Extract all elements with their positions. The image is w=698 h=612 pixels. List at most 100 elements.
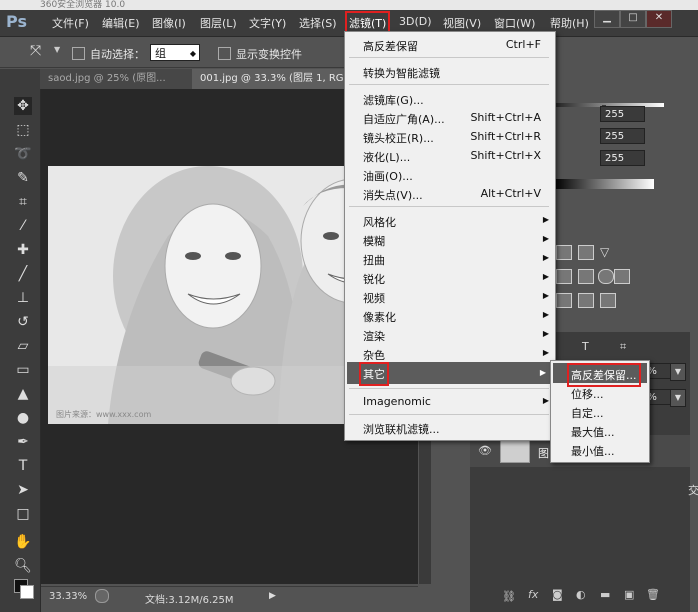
delete-layer-icon[interactable]: 🗑︎ — [646, 588, 660, 601]
blur-tool-icon[interactable]: ▲ — [14, 385, 32, 403]
menu-item-blur[interactable]: 模糊 — [363, 233, 385, 249]
posterize-icon[interactable] — [578, 293, 594, 308]
menu-filter[interactable]: 滤镜(T) — [344, 11, 391, 35]
threshold-icon[interactable] — [600, 293, 616, 308]
adjustment-layer-icon[interactable]: ◐ — [576, 588, 586, 601]
submenu-item-maximum[interactable]: 最大值... — [571, 424, 615, 440]
menu-item-render[interactable]: 渲染 — [363, 328, 385, 344]
eraser-tool-icon[interactable]: ▱ — [14, 337, 32, 355]
layer-filter-type-icon[interactable]: T — [582, 340, 589, 353]
restore-button[interactable]: □ — [620, 10, 646, 28]
curves-adjust-icon[interactable] — [578, 245, 594, 260]
move-tool-icon[interactable]: ✥ — [14, 97, 32, 115]
hand-tool-icon[interactable]: ✋ — [14, 533, 32, 551]
new-layer-icon[interactable]: ▣ — [624, 588, 634, 601]
gradient-map-icon[interactable]: ▽ — [600, 245, 614, 259]
status-info-icon[interactable] — [95, 589, 109, 603]
eyedropper-tool-icon[interactable]: ⁄ — [14, 217, 32, 235]
type-tool-icon[interactable]: T — [14, 457, 32, 475]
opacity-chevron-icon[interactable]: ▼ — [670, 363, 686, 381]
menu-item-imagenomic[interactable]: Imagenomic — [363, 395, 431, 408]
menu-item-pixelate[interactable]: 像素化 — [363, 309, 396, 325]
shape-tool-icon[interactable]: □ — [14, 505, 32, 523]
channel-mixer-icon[interactable] — [598, 269, 614, 284]
menu-file[interactable]: 文件(F) — [52, 15, 89, 31]
new-group-icon[interactable]: ▬ — [600, 588, 610, 601]
crop-tool-icon[interactable]: ⌗ — [14, 193, 32, 211]
other-submenu: 高反差保留... 位移... 自定... 最大值... 最小值... — [550, 360, 650, 463]
tool-preset-chevron-icon[interactable]: ▼ — [54, 45, 60, 54]
menu-item-oil-paint[interactable]: 油画(O)... — [363, 168, 413, 184]
menu-item-noise[interactable]: 杂色 — [363, 347, 385, 363]
stamp-tool-icon[interactable]: ⊥ — [14, 289, 32, 307]
move-tool-icon[interactable]: ⤧ — [30, 43, 41, 59]
path-select-tool-icon[interactable]: ➤ — [14, 481, 32, 499]
gradient-ramp — [554, 179, 654, 189]
hue-adjust-icon[interactable] — [556, 269, 572, 284]
menu-item-other-label: 其它 — [359, 362, 389, 386]
submenu-item-custom[interactable]: 自定... — [571, 405, 604, 421]
menu-item-distort[interactable]: 扭曲 — [363, 252, 385, 268]
background-color-swatch[interactable] — [20, 585, 34, 599]
menu-item-last-filter[interactable]: 高反差保留 — [363, 38, 418, 54]
link-layers-icon[interactable]: ⛓ — [502, 590, 516, 603]
submenu-item-minimum[interactable]: 最小值... — [571, 443, 615, 459]
menu-3d[interactable]: 3D(D) — [399, 15, 432, 28]
menu-item-video[interactable]: 视频 — [363, 290, 385, 306]
show-transform-checkbox[interactable] — [218, 47, 231, 60]
submenu-item-high-pass[interactable]: 高反差保留... — [553, 363, 647, 387]
pen-tool-icon[interactable]: ✒ — [14, 433, 32, 451]
fill-chevron-icon[interactable]: ▼ — [670, 389, 686, 407]
submenu-arrow-icon: ▶ — [542, 253, 549, 262]
lasso-tool-icon[interactable]: ➰ — [14, 145, 32, 163]
menu-edit[interactable]: 编辑(E) — [102, 15, 140, 31]
menu-item-stylize[interactable]: 风格化 — [363, 214, 396, 230]
layer-style-icon[interactable]: fx — [528, 588, 538, 601]
menu-type[interactable]: 文字(Y) — [249, 15, 286, 31]
zoom-tool-icon[interactable]: 🔍︎ — [14, 557, 32, 575]
level-field-3[interactable]: 255 — [600, 150, 645, 166]
menu-item-sharpen[interactable]: 锐化 — [363, 271, 385, 287]
brush-tool-icon[interactable]: ╱ — [14, 265, 32, 283]
layer-mask-icon[interactable]: ◙ — [552, 588, 563, 601]
layer-filter-shape-icon[interactable]: ⌗ — [620, 340, 626, 354]
menu-layer[interactable]: 图层(L) — [200, 15, 237, 31]
tab-saod[interactable]: saod.jpg @ 25% (原图... — [40, 69, 198, 89]
gradient-tool-icon[interactable]: ▭ — [14, 361, 32, 379]
show-transform-label: 显示变换控件 — [236, 48, 302, 61]
color-lookup-icon[interactable] — [614, 269, 630, 284]
submenu-item-offset[interactable]: 位移... — [571, 386, 604, 402]
auto-select-checkbox[interactable] — [72, 47, 85, 60]
menu-item-liquify[interactable]: 液化(L)... — [363, 149, 410, 165]
status-menu-arrow-icon[interactable]: ▶ — [269, 591, 276, 601]
shortcut-liquify: Shift+Ctrl+X — [470, 149, 541, 162]
menu-item-adaptive-wide[interactable]: 自适应广角(A)... — [363, 111, 445, 127]
menu-select[interactable]: 选择(S) — [299, 15, 337, 31]
minimize-button[interactable]: ▁ — [594, 10, 620, 28]
marquee-tool-icon[interactable]: ⬚ — [14, 121, 32, 139]
menu-item-convert-smart[interactable]: 转换为智能滤镜 — [363, 65, 440, 81]
menu-view[interactable]: 视图(V) — [443, 15, 481, 31]
close-button[interactable]: ✕ — [646, 10, 672, 28]
zoom-level[interactable]: 33.33% — [49, 591, 87, 602]
dodge-tool-icon[interactable]: ● — [14, 409, 32, 427]
quick-select-tool-icon[interactable]: ✎ — [14, 169, 32, 187]
menu-item-lens-correction[interactable]: 镜头校正(R)... — [363, 130, 434, 146]
menu-window[interactable]: 窗口(W) — [494, 15, 535, 31]
menu-item-filter-gallery[interactable]: 滤镜库(G)... — [363, 92, 424, 108]
healing-brush-tool-icon[interactable]: ✚ — [14, 241, 32, 259]
menu-item-other[interactable]: 其它 ▶ — [347, 362, 552, 386]
visibility-eye-icon[interactable]: 👁︎ — [478, 444, 492, 457]
status-bar: 33.33% 文档:3.12M/6.25M ▶ — [41, 586, 418, 607]
color-balance-icon[interactable] — [578, 269, 594, 284]
menu-help[interactable]: 帮助(H) — [550, 15, 589, 31]
menu-item-browse-online[interactable]: 浏览联机滤镜... — [363, 421, 440, 437]
brightness-adjust-icon[interactable] — [556, 245, 572, 260]
invert-icon[interactable] — [556, 293, 572, 308]
level-field-2[interactable]: 255 — [600, 128, 645, 144]
history-brush-tool-icon[interactable]: ↺ — [14, 313, 32, 331]
level-field-1[interactable]: 255 — [600, 106, 645, 122]
menu-item-vanishing-point[interactable]: 消失点(V)... — [363, 187, 423, 203]
menu-image[interactable]: 图像(I) — [152, 15, 186, 31]
auto-select-target-select[interactable]: 组 ◆ — [150, 44, 200, 61]
